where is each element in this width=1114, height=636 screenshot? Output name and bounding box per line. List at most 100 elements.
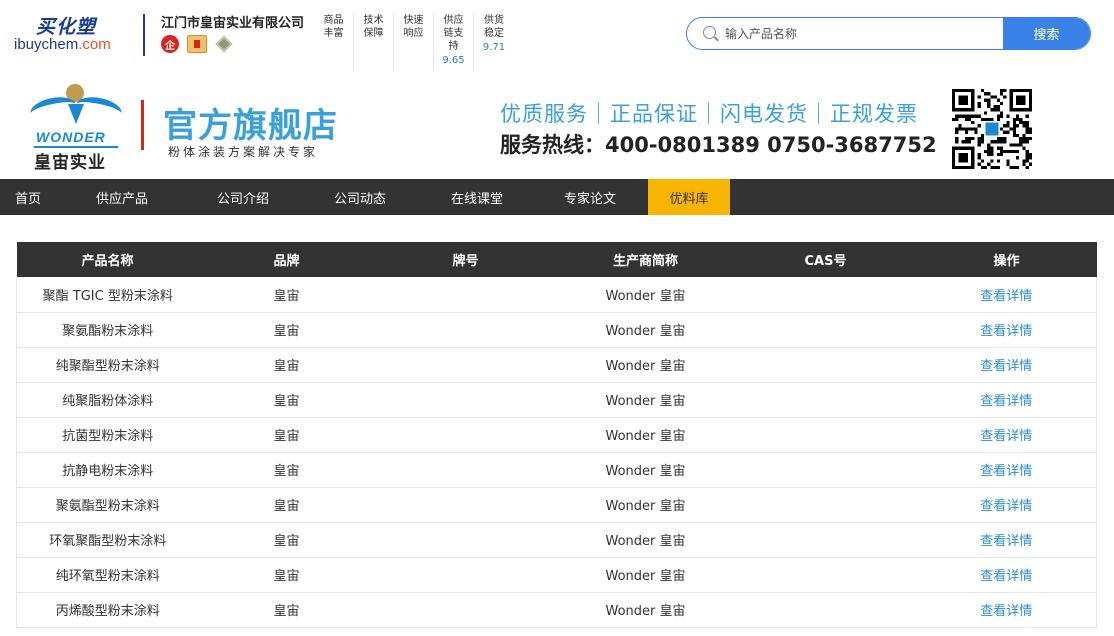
column-header[interactable]: 牌号 [375,242,557,277]
table-row: 丙烯酸型粉末涂料 皇宙 Wonder 皇宙 查看详情 [16,592,1097,627]
table-header-row: 产品名称 品牌 牌号 生产商简称 CAS号 操作 [16,242,1097,277]
view-details-link[interactable]: 查看详情 [980,394,1032,409]
qr-code-icon [952,89,1032,169]
cell-product-name: 抗静电粉末涂料 [16,452,199,487]
view-details-link[interactable]: 查看详情 [980,429,1032,444]
cell-grade [375,417,557,452]
column-header[interactable]: 生产商简称 [557,242,735,277]
cell-maker: Wonder 皇宙 [605,464,686,479]
site-logo-en: ibuychem.com [14,36,111,53]
service-slogan: 优质服务｜正品保证｜闪电发货｜正规发票 [500,102,918,126]
cell-cas [735,277,917,312]
view-details-link[interactable]: 查看详情 [980,569,1032,584]
nav-item-3[interactable]: 公司动态 [298,179,422,215]
nav-item-5[interactable]: 专家论文 [532,179,648,215]
cell-maker: Wonder 皇宙 [605,324,686,339]
cell-grade [375,557,557,592]
site-logo-cn: 买化塑 [36,16,97,38]
cell-brand: 皇宙 [273,604,300,619]
cell-action: 查看详情 [916,347,1097,382]
cell-brand: 皇宙 [273,429,300,444]
cell-grade [375,312,557,347]
nav-item-4[interactable]: 在线课堂 [422,179,532,215]
view-details-link[interactable]: 查看详情 [980,464,1032,479]
cell-product-name: 抗菌型粉末涂料 [16,417,199,452]
cell-grade [375,522,557,557]
store-banner: WONDER 皇宙实业 官方旗舰店 粉体涂装方案解决专家 优质服务｜正品保证｜闪… [0,76,1114,179]
site-logo-en-prefix: ibuy [14,36,42,53]
diamond-badge-icon[interactable] [215,35,233,53]
cell-action: 查看详情 [916,277,1097,312]
wonder-logo[interactable]: WONDER 皇宙实业 [28,80,124,173]
table-row: 聚氨酯粉末涂料 皇宙 Wonder 皇宙 查看详情 [16,312,1097,347]
column-header[interactable]: 品牌 [199,242,375,277]
enterprise-badge-icon[interactable]: 企 [161,35,179,53]
search-input[interactable] [725,18,1003,49]
table-row: 纯聚脂粉体涂料 皇宙 Wonder 皇宙 查看详情 [16,382,1097,417]
cell-product-name: 纯聚酯型粉末涂料 [16,347,199,382]
product-table-wrapper: 产品名称 品牌 牌号 生产商简称 CAS号 操作 聚酯 TGIC 型粉末涂料 皇宙 Wonde… [16,242,1097,628]
view-details-link[interactable]: 查看详情 [980,534,1032,549]
cell-grade [375,592,557,627]
view-details-link[interactable]: 查看详情 [980,604,1032,619]
guarantee-text: 供应链支持 [443,15,464,52]
banner-divider [141,100,144,150]
view-details-link[interactable]: 查看详情 [980,499,1032,514]
column-header[interactable]: 操作 [917,242,1097,277]
guarantee-item: 供应链支持 9.65 [434,14,474,70]
cell-action: 查看详情 [916,382,1097,417]
guarantee-item: 供货稳定 9.71 [474,14,514,70]
cell-brand: 皇宙 [273,569,300,584]
cell-cas [735,557,917,592]
nav-item-2[interactable]: 公司介绍 [188,179,298,215]
table-body: 聚酯 TGIC 型粉末涂料 皇宙 Wonder 皇宙 查看详情 聚氨酯粉末涂料 皇宙 Won… [16,277,1097,627]
cell-brand: 皇宙 [273,394,300,409]
store-subtitle: 粉体涂装方案解决专家 [168,145,319,159]
cell-product-name: 聚氨酯型粉末涂料 [16,487,199,522]
top-bar: 买化塑 ibuychem.com 江门市皇宙实业有限公司 企 商品丰富 技术保障快… [0,0,1114,76]
cell-cas [735,382,917,417]
service-hotline: 服务热线：400-0801389 0750-3687752 [500,133,937,157]
cell-brand: 皇宙 [273,534,300,549]
view-details-link[interactable]: 查看详情 [980,359,1032,374]
search-icon [687,18,725,49]
guarantee-item: 商品丰富 [314,14,354,70]
cell-product-name: 纯聚脂粉体涂料 [16,382,199,417]
cell-maker: Wonder 皇宙 [605,429,686,444]
nav-item-6[interactable]: 优料库 [648,179,730,215]
cell-action: 查看详情 [916,592,1097,627]
cell-action: 查看详情 [916,452,1097,487]
cell-maker: Wonder 皇宙 [605,604,686,619]
nav-item-0[interactable]: 首页 [0,179,56,215]
site-logo[interactable]: 买化塑 ibuychem.com [14,12,126,58]
cell-cas [735,417,917,452]
guarantee-score: 9.71 [482,42,506,53]
cell-grade [375,487,557,522]
search-button[interactable]: 搜索 [1003,18,1090,49]
guarantee-item: 技术保障 [354,14,394,70]
view-details-link[interactable]: 查看详情 [980,289,1032,304]
brand-cn: 皇宙实业 [34,153,106,173]
cell-grade [375,347,557,382]
guarantee-text: 供货稳定 [484,15,504,39]
table-row: 抗菌型粉末涂料 皇宙 Wonder 皇宙 查看详情 [16,417,1097,452]
cell-cas [735,487,917,522]
id-card-badge-icon[interactable] [187,35,207,53]
cell-brand: 皇宙 [273,288,300,304]
column-header[interactable]: CAS号 [735,242,917,277]
cell-maker: Wonder 皇宙 [605,499,686,514]
view-details-link[interactable]: 查看详情 [980,324,1032,339]
column-header[interactable]: 产品名称 [17,242,199,277]
company-name[interactable]: 江门市皇宙实业有限公司 [161,12,304,31]
cell-cas [735,452,917,487]
table-row: 聚氨酯型粉末涂料 皇宙 Wonder 皇宙 查看详情 [16,487,1097,522]
cell-cas [735,312,917,347]
cell-product-name: 纯环氧型粉末涂料 [16,557,199,592]
nav-item-1[interactable]: 供应产品 [56,179,188,215]
cell-maker: Wonder 皇宙 [605,569,686,584]
main-nav: 首页 供应产品 公司介绍 公司动态 在线课堂 专家论文 优料库 [0,179,1114,215]
site-logo-en-suffix: .com [78,36,111,53]
cell-grade [375,382,557,417]
cell-maker: Wonder 皇宙 [605,394,686,409]
cell-cas [735,347,917,382]
